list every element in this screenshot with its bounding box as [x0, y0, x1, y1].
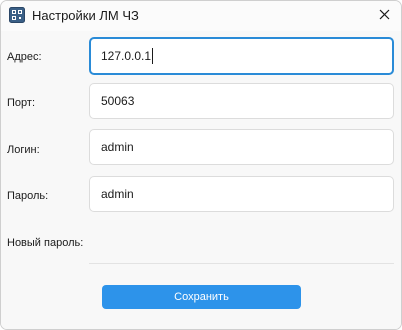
close-button[interactable] — [373, 6, 395, 26]
address-value: 127.0.0.1 — [101, 49, 152, 63]
settings-window: Настройки ЛМ ЧЗ Адрес: 127.0.0.1 Порт: 5… — [0, 0, 402, 330]
password-label: Пароль: — [7, 190, 49, 202]
close-icon — [379, 7, 390, 25]
login-field[interactable]: admin — [89, 129, 394, 165]
address-field[interactable]: 127.0.0.1 — [89, 37, 394, 75]
new-password-label: Новый пароль: — [7, 237, 84, 249]
text-caret — [152, 48, 154, 64]
window-title: Настройки ЛМ ЧЗ — [32, 8, 139, 23]
app-logo-icon — [9, 7, 25, 23]
port-field[interactable]: 50063 — [89, 83, 394, 119]
password-value: admin — [101, 187, 134, 201]
login-value: admin — [101, 140, 134, 154]
settings-form: Адрес: 127.0.0.1 Порт: 50063 Логин: admi… — [1, 31, 401, 329]
title-bar: Настройки ЛМ ЧЗ — [1, 1, 401, 31]
port-label: Порт: — [7, 97, 35, 109]
port-value: 50063 — [101, 94, 135, 108]
new-password-field[interactable] — [89, 263, 394, 264]
address-label: Адрес: — [7, 51, 42, 63]
save-button[interactable]: Сохранить — [102, 285, 301, 309]
login-label: Логин: — [7, 144, 40, 156]
password-field[interactable]: admin — [89, 176, 394, 212]
